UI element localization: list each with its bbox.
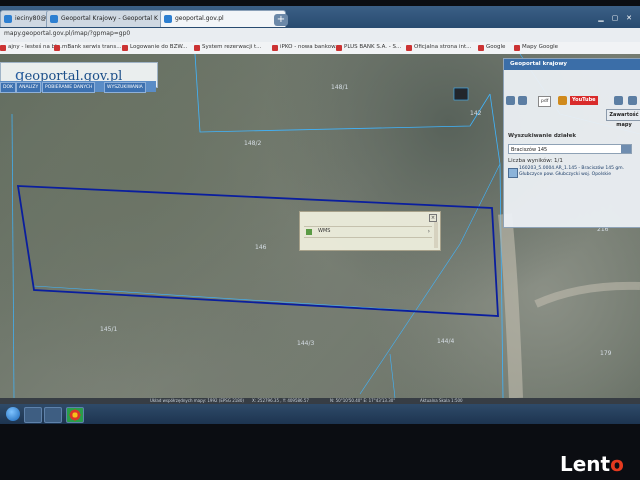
close-icon[interactable]: × — [429, 214, 437, 222]
bookmark-item[interactable]: System rezerwacji t... — [194, 44, 261, 51]
bookmark-icon — [336, 45, 342, 51]
popup-scrollbar[interactable] — [434, 222, 438, 248]
measure-icon[interactable] — [518, 96, 527, 105]
result-count: Liczba wyników: 1/1 — [508, 158, 563, 164]
help-icon[interactable] — [614, 96, 623, 105]
map-contents-button[interactable]: Zawartość mapy — [606, 109, 640, 128]
building-shape — [453, 87, 469, 101]
maximize-icon[interactable]: ▢ — [610, 14, 620, 22]
panel-header: Geoportal krajowy — [504, 59, 640, 70]
map-pin-icon — [514, 45, 520, 51]
bookmark-icon — [54, 45, 60, 51]
bookmark-item[interactable]: Google — [478, 44, 505, 51]
youtube-button[interactable]: YouTube — [570, 96, 598, 105]
popup-layer-row[interactable]: WMS › — [304, 226, 432, 238]
parcel-label: 144/3 — [297, 340, 315, 347]
selected-parcel — [16, 185, 499, 317]
road-shape — [534, 281, 640, 308]
tab-geoportal-gov[interactable]: geoportal.gov.pl × — [160, 10, 286, 27]
windows-taskbar — [0, 404, 640, 424]
new-tab-button[interactable]: + — [274, 14, 288, 26]
tab-geoportal-krajowy[interactable]: Geoportal Krajowy - Geoportal K × — [46, 10, 172, 27]
bookmark-item[interactable]: iPKO - nowa bankow... — [272, 44, 340, 51]
media-player-icon[interactable] — [44, 407, 62, 423]
start-icon[interactable] — [6, 407, 20, 421]
parcel-boundary — [11, 113, 15, 398]
parcel-icon — [508, 168, 518, 178]
parcel-search-input[interactable]: Braciszów 145 — [508, 144, 632, 154]
search-icon[interactable] — [621, 145, 631, 153]
chevron-right-icon[interactable]: › — [428, 228, 430, 235]
feature-info-popup: × WMS › — [299, 211, 441, 251]
parcel-label: 148/1 — [331, 84, 349, 91]
bookmark-icon — [406, 45, 412, 51]
parcel-label: 179 — [600, 350, 612, 357]
bookmark-icon — [122, 45, 128, 51]
parcel-boundary — [359, 163, 501, 395]
address-bar[interactable]: mapy.geoportal.gov.pl/imap/?gpmap=gp0 — [0, 28, 640, 43]
bookmark-item[interactable]: Oficjalna strona int... — [406, 44, 471, 51]
layer-icon — [306, 229, 312, 235]
map-view[interactable]: 148/1 148/2 146 144/3 144/4 142 179 216 … — [0, 54, 640, 398]
road-shape — [498, 213, 523, 398]
bookmark-item[interactable]: ajny - lesteś na bl... — [0, 44, 62, 51]
lento-watermark: Lento — [560, 452, 624, 476]
print-icon[interactable] — [506, 96, 515, 105]
bookmark-item[interactable]: mBank serwis trans... — [54, 44, 121, 51]
parcel-label: 146 — [255, 244, 267, 251]
menu-analizy[interactable]: ANALIZY — [16, 82, 42, 93]
minimize-icon[interactable]: ▁ — [596, 14, 606, 22]
geoportal-icon — [164, 15, 172, 23]
menu-dok[interactable]: DOK — [0, 82, 16, 93]
bookmark-icon — [0, 45, 6, 51]
gmail-icon — [4, 15, 12, 23]
parcel-boundary — [389, 353, 396, 398]
bookmark-item[interactable]: Mapy Google — [514, 44, 558, 51]
bookmark-item[interactable]: PLUS BANK S.A. - S... — [336, 44, 401, 51]
parcel-label: 145/1 — [100, 326, 118, 333]
browser-tab-strip: ieciny80@gm × Geoportal Krajowy - Geopor… — [0, 6, 640, 28]
search-panel: Geoportal krajowy pdf YouTube Zawartość … — [503, 58, 640, 228]
geoportal-icon — [50, 15, 58, 23]
export-icon[interactable] — [558, 96, 567, 105]
close-window-icon[interactable]: ✕ — [624, 14, 634, 22]
search-title: Wyszukiwanie działek — [508, 133, 576, 139]
menu-wyszukiwania[interactable]: WYSZUKIWANIA — [104, 82, 146, 93]
parcel-label: 142 — [470, 110, 482, 117]
url-text[interactable]: mapy.geoportal.gov.pl/imap/?gpmap=gp0 — [4, 30, 130, 37]
bookmark-item[interactable]: Logowanie do BZW... — [122, 44, 187, 51]
panel-toolbar: pdf YouTube — [506, 96, 639, 107]
parcel-boundary — [194, 54, 491, 133]
bookmark-icon — [194, 45, 200, 51]
search-result-item[interactable]: 160203_5.0004.AR_1.145 - Braciszów 145 g… — [508, 166, 638, 186]
chrome-icon[interactable] — [66, 407, 84, 423]
settings-icon[interactable] — [628, 96, 637, 105]
parcel-label: 148/2 — [244, 140, 262, 147]
parcel-label: 144/4 — [437, 338, 455, 345]
bookmark-icon — [272, 45, 278, 51]
geoportal-menu: DOK ANALIZY POBIERANIE DANYCH WYSZUKIWAN… — [0, 81, 156, 93]
google-icon — [478, 45, 484, 51]
menu-pobieranie[interactable]: POBIERANIE DANYCH — [42, 82, 96, 93]
explorer-icon[interactable] — [24, 407, 42, 423]
system-tray[interactable] — [540, 409, 636, 419]
format-select[interactable]: pdf — [538, 96, 552, 107]
